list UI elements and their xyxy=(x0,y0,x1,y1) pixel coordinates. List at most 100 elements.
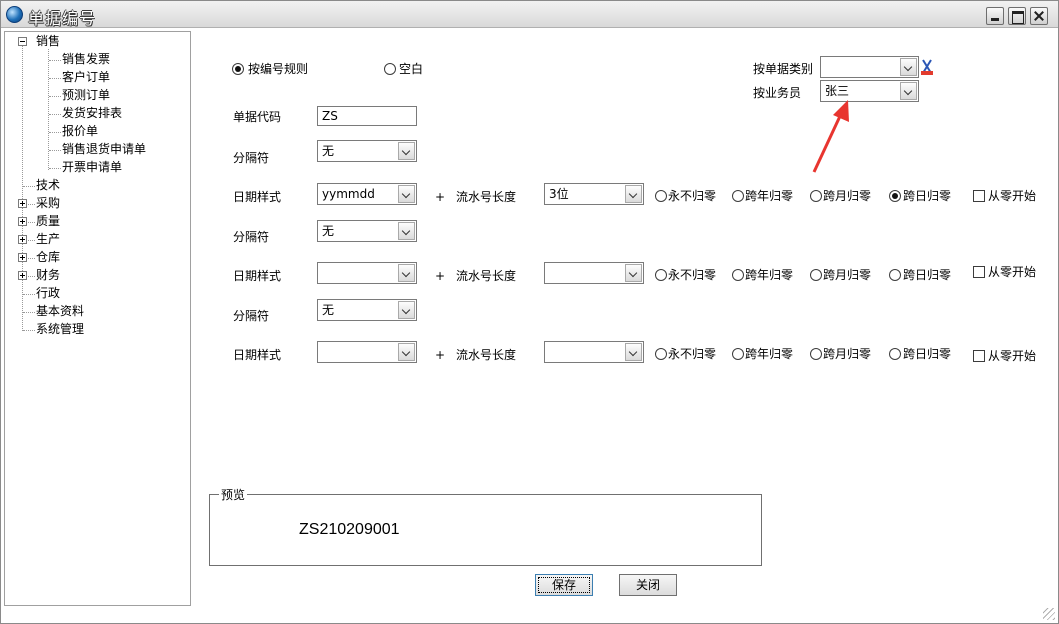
reset-month-radio-3[interactable] xyxy=(810,348,822,360)
reset-year-radio-2[interactable] xyxy=(732,269,744,281)
zero-start-checkbox-2[interactable] xyxy=(973,266,985,278)
chevron-down-icon[interactable] xyxy=(900,82,917,100)
tree-line xyxy=(23,294,35,295)
minimize-button[interactable] xyxy=(986,7,1004,25)
tree-item-forecast-order[interactable]: 预测订单 xyxy=(62,87,110,104)
close-button[interactable]: 关闭 xyxy=(619,574,677,596)
eraser-icon[interactable] xyxy=(920,58,934,76)
reset-month-label: 跨月归零 xyxy=(823,268,872,282)
tree-item-delivery-schedule[interactable]: 发货安排表 xyxy=(62,105,122,122)
tree-item-quality[interactable]: 质量 xyxy=(36,213,60,230)
tree-line xyxy=(49,60,61,61)
chevron-down-icon[interactable] xyxy=(398,301,415,319)
tree-item-basic-data[interactable]: 基本资料 xyxy=(36,303,84,320)
expand-icon[interactable] xyxy=(18,217,27,226)
chevron-down-icon[interactable] xyxy=(625,343,642,361)
expand-icon[interactable] xyxy=(18,235,27,244)
reset-day-radio-2[interactable] xyxy=(889,269,901,281)
date-style-label: 日期样式 xyxy=(233,190,282,204)
app-globe-icon xyxy=(6,6,23,23)
tree-item-technology[interactable]: 技术 xyxy=(36,177,60,194)
tree-item-quotation[interactable]: 报价单 xyxy=(62,123,98,140)
reset-never-radio-3[interactable] xyxy=(655,348,667,360)
mode-blank-label: 空白 xyxy=(399,62,424,76)
code-input[interactable]: ZS xyxy=(317,106,417,126)
reset-never-label: 永不归零 xyxy=(668,189,717,203)
collapse-icon[interactable] xyxy=(18,37,27,46)
reset-month-radio-2[interactable] xyxy=(810,269,822,281)
chevron-down-icon[interactable] xyxy=(398,264,415,282)
annotation-arrow-icon xyxy=(812,100,849,173)
tree-item-invoice-request[interactable]: 开票申请单 xyxy=(62,159,122,176)
separator-select-1[interactable]: 无 xyxy=(317,140,417,162)
module-tree[interactable]: 销售 销售发票 客户订单 预测订单 发货安排表 报价单 销售退货申请单 开票申请… xyxy=(4,31,191,606)
expand-icon[interactable] xyxy=(18,271,27,280)
serial-length-label: 流水号长度 xyxy=(456,348,517,362)
tree-line xyxy=(28,222,35,223)
tree-item-administration[interactable]: 行政 xyxy=(36,285,60,302)
save-button[interactable]: 保存 xyxy=(535,574,593,596)
mode-blank-radio[interactable] xyxy=(384,63,396,75)
chevron-down-icon[interactable] xyxy=(900,58,917,76)
separator-select-2[interactable]: 无 xyxy=(317,220,417,242)
tree-item-sales-invoice[interactable]: 销售发票 xyxy=(62,51,110,68)
maximize-button[interactable] xyxy=(1008,7,1026,25)
date-style-select-3[interactable] xyxy=(317,341,417,363)
date-style-select-2[interactable] xyxy=(317,262,417,284)
expand-icon[interactable] xyxy=(18,253,27,262)
reset-day-label: 跨日归零 xyxy=(903,189,952,203)
serial-length-label: 流水号长度 xyxy=(456,190,517,204)
chevron-down-icon[interactable] xyxy=(625,185,642,203)
resize-grip-icon[interactable] xyxy=(1043,608,1055,620)
mode-rule-radio[interactable] xyxy=(232,63,244,75)
reset-year-radio-3[interactable] xyxy=(732,348,744,360)
window-title: 单据编号 xyxy=(28,9,97,28)
title-bar[interactable]: 单据编号 xyxy=(1,1,1058,28)
tree-item-finance[interactable]: 财务 xyxy=(36,267,60,284)
separator-select-3[interactable]: 无 xyxy=(317,299,417,321)
tree-line xyxy=(49,168,61,169)
reset-day-radio-1[interactable] xyxy=(889,190,901,202)
tree-line xyxy=(28,258,35,259)
tree-item-sales[interactable]: 销售 xyxy=(36,33,60,50)
reset-month-label: 跨月归零 xyxy=(823,347,872,361)
reset-year-radio-1[interactable] xyxy=(732,190,744,202)
tree-item-production[interactable]: 生产 xyxy=(36,231,60,248)
chevron-down-icon[interactable] xyxy=(398,185,415,203)
chevron-down-icon[interactable] xyxy=(398,343,415,361)
serial-length-select-3[interactable] xyxy=(544,341,644,363)
code-label: 单据代码 xyxy=(233,110,282,124)
zero-start-label: 从零开始 xyxy=(988,189,1037,203)
tree-line xyxy=(23,186,35,187)
tree-line xyxy=(23,312,35,313)
serial-length-select-2[interactable] xyxy=(544,262,644,284)
zero-start-label: 从零开始 xyxy=(988,349,1037,363)
reset-year-label: 跨年归零 xyxy=(745,268,794,282)
reset-month-radio-1[interactable] xyxy=(810,190,822,202)
chevron-down-icon[interactable] xyxy=(625,264,642,282)
zero-start-checkbox-3[interactable] xyxy=(973,350,985,362)
tree-item-sales-return-request[interactable]: 销售退货申请单 xyxy=(62,141,146,158)
chevron-down-icon[interactable] xyxy=(398,142,415,160)
zero-start-checkbox-1[interactable] xyxy=(973,190,985,202)
reset-month-label: 跨月归零 xyxy=(823,189,872,203)
reset-never-radio-2[interactable] xyxy=(655,269,667,281)
serial-length-select-1[interactable]: 3位 xyxy=(544,183,644,205)
tree-item-customer-order[interactable]: 客户订单 xyxy=(62,69,110,86)
tree-line xyxy=(49,96,61,97)
tree-line xyxy=(28,204,35,205)
zero-start-label: 从零开始 xyxy=(988,265,1037,279)
tree-line xyxy=(28,276,35,277)
tree-item-purchasing[interactable]: 采购 xyxy=(36,195,60,212)
tree-item-warehouse[interactable]: 仓库 xyxy=(36,249,60,266)
close-window-button[interactable] xyxy=(1030,7,1048,25)
chevron-down-icon[interactable] xyxy=(398,222,415,240)
reset-never-label: 永不归零 xyxy=(668,268,717,282)
reset-never-radio-1[interactable] xyxy=(655,190,667,202)
doc-type-select[interactable] xyxy=(820,56,919,78)
reset-day-label: 跨日归零 xyxy=(903,347,952,361)
expand-icon[interactable] xyxy=(18,199,27,208)
reset-day-radio-3[interactable] xyxy=(889,348,901,360)
tree-item-system-management[interactable]: 系统管理 xyxy=(36,321,84,338)
date-style-select-1[interactable]: yymmdd xyxy=(317,183,417,205)
